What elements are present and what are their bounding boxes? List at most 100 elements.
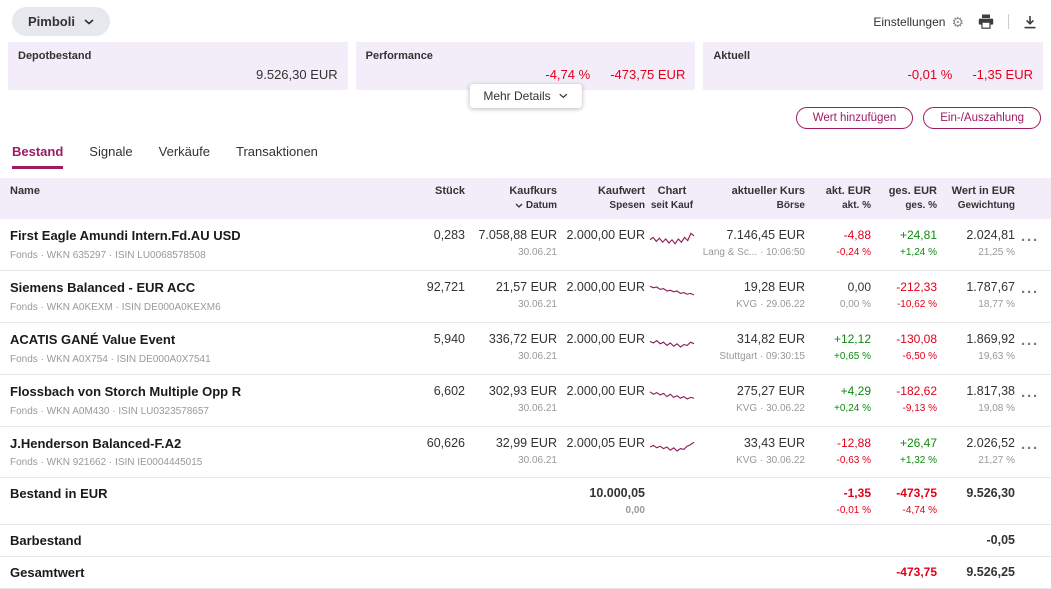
tab-transaktionen[interactable]: Transaktionen (236, 140, 318, 169)
instrument-name[interactable]: J.Henderson Balanced-F.A2 (10, 436, 413, 453)
summary-label-cell: Barbestand (10, 533, 413, 548)
ges-eur-value: -130,08 (875, 332, 937, 346)
row-menu-button[interactable]: ··· (1019, 332, 1041, 352)
add-value-button[interactable]: Wert hinzufügen (796, 107, 914, 129)
kurs-value: 19,28 EUR (699, 280, 805, 294)
akt-pct-value: -0,63 % (809, 455, 871, 466)
sparkline[interactable] (649, 332, 695, 353)
kaufkurs-cell: 32,99 EUR 30.06.21 (469, 436, 557, 466)
card-value: -473,75 EUR (610, 67, 685, 82)
row-menu-button[interactable]: ··· (1019, 228, 1041, 248)
stueck-cell: 5,940 (417, 332, 465, 346)
row-menu-button[interactable]: ··· (1019, 436, 1041, 456)
ges-pct-value: +1,24 % (875, 247, 937, 258)
stueck-cell: 60,626 (417, 436, 465, 450)
akt-pct-value: 0,00 % (809, 299, 871, 310)
deposit-withdraw-button[interactable]: Ein-/Auszahlung (923, 107, 1041, 129)
kauf-datum: 30.06.21 (469, 455, 557, 466)
wert-cell: 1.869,92 19,63 % (941, 332, 1015, 362)
summary-card: Performance -4,74 % -473,75 EUR (356, 42, 696, 90)
card-label: Depotbestand (18, 50, 338, 62)
summary-body: Bestand in EUR 10.000,05 0,00 -1,35 -0,0… (0, 478, 1051, 589)
kurs-cell: 33,43 EUR KVG · 30.06.22 (699, 436, 805, 466)
tab-verk-ufe[interactable]: Verkäufe (159, 140, 210, 169)
instrument-name[interactable]: Siemens Balanced - EUR ACC (10, 280, 413, 297)
sort-name[interactable]: Name (10, 185, 413, 197)
print-button[interactable] (976, 12, 996, 31)
summary-wert-value: 9.526,25 (941, 565, 1015, 579)
instrument-name[interactable]: ACATIS GANÉ Value Event (10, 332, 413, 349)
card-values: -0,01 % -1,35 EUR (908, 67, 1034, 82)
sparkline[interactable] (649, 228, 695, 249)
sort-kurs[interactable]: aktueller Kurs (699, 185, 805, 197)
account-name: Pimboli (28, 14, 75, 29)
tab-signale[interactable]: Signale (89, 140, 132, 169)
ges-pct-value: -6,50 % (875, 351, 937, 362)
stueck-cell: 0,283 (417, 228, 465, 242)
wert-cell: 2.024,81 21,25 % (941, 228, 1015, 258)
row-menu-button[interactable]: ··· (1019, 384, 1041, 404)
settings-button[interactable]: Einstellungen ⚙ (873, 15, 964, 29)
sparkline[interactable] (649, 436, 695, 457)
header-chart-label: Chart (649, 185, 695, 197)
ges-pct-value: -9,13 % (875, 403, 937, 414)
boerse-info: KVG · 29.06.22 (699, 299, 805, 310)
sort-ges-eur[interactable]: ges. EUR (875, 185, 937, 197)
kaufwert-value: 2.000,05 EUR (561, 436, 645, 450)
summary-ges-cell: -473,75 -4,74 % (875, 486, 937, 516)
summary-label: Bestand in EUR (10, 486, 413, 501)
sparkline-chart (649, 281, 695, 301)
header-ges-pct-label: ges. % (905, 200, 937, 211)
kurs-value: 7.146,45 EUR (699, 228, 805, 242)
summary-wert-cell: 9.526,30 (941, 486, 1015, 500)
sort-wert[interactable]: Wert in EUR (941, 185, 1015, 197)
account-selector[interactable]: Pimboli (12, 7, 110, 36)
sparkline[interactable] (649, 280, 695, 301)
wert-value: 2.024,81 (941, 228, 1015, 242)
row-menu-button[interactable]: ··· (1019, 280, 1041, 300)
sort-stueck[interactable]: Stück (417, 185, 465, 197)
summary-row: Gesamtwert -473,75 9.526,25 (0, 557, 1051, 589)
kauf-datum: 30.06.21 (469, 247, 557, 258)
ges-cell: +24,81 +1,24 % (875, 228, 937, 258)
sort-kaufkurs[interactable]: Kaufkurs (469, 185, 557, 197)
summary-akt-cell: -1,35 -0,01 % (809, 486, 871, 516)
sparkline[interactable] (649, 384, 695, 405)
instrument-name[interactable]: First Eagle Amundi Intern.Fd.AU USD (10, 228, 413, 245)
akt-cell: +4,29 +0,24 % (809, 384, 871, 414)
table-row: J.Henderson Balanced-F.A2 Fonds · WKN 92… (0, 427, 1051, 479)
table-row: First Eagle Amundi Intern.Fd.AU USD Fond… (0, 219, 1051, 271)
card-value: -1,35 EUR (972, 67, 1033, 82)
header-akt-eur: akt. EUR akt. % (809, 185, 871, 211)
kauf-datum: 30.06.21 (469, 299, 557, 310)
summary-ges-cell: -473,75 (875, 565, 937, 579)
topbar-actions: Einstellungen ⚙ (873, 12, 1039, 31)
summary-label: Gesamtwert (10, 565, 413, 580)
wert-value: 1.817,38 (941, 384, 1015, 398)
kaufkurs-value: 32,99 EUR (469, 436, 557, 450)
wert-cell: 1.787,67 18,77 % (941, 280, 1015, 310)
gewichtung-value: 21,25 % (941, 247, 1015, 258)
sort-akt-eur[interactable]: akt. EUR (809, 185, 871, 197)
sort-datum[interactable]: Datum (469, 200, 557, 211)
akt-pct-value: -0,24 % (809, 247, 871, 258)
card-values: 9.526,30 EUR (256, 67, 338, 82)
wert-value: 1.787,67 (941, 280, 1015, 294)
card-value: 9.526,30 EUR (256, 67, 338, 82)
sort-kaufwert[interactable]: Kaufwert (561, 185, 645, 197)
kaufwert-value: 2.000,00 EUR (561, 280, 645, 294)
download-button[interactable] (1021, 13, 1039, 31)
printer-icon (978, 14, 994, 29)
akt-eur-value: +4,29 (809, 384, 871, 398)
akt-eur-value: 0,00 (809, 280, 871, 294)
tab-bestand[interactable]: Bestand (12, 140, 63, 169)
card-label: Performance (366, 50, 686, 62)
summary-kaufwert-value: 10.000,05 (561, 486, 645, 500)
wert-cell: 2.026,52 21,27 % (941, 436, 1015, 466)
kaufkurs-cell: 302,93 EUR 30.06.21 (469, 384, 557, 414)
instrument-name[interactable]: Flossbach von Storch Multiple Opp R (10, 384, 413, 401)
ges-eur-value: -212,33 (875, 280, 937, 294)
tabs: Bestand Signale Verkäufe Transaktionen (0, 138, 1051, 169)
more-details-button[interactable]: Mehr Details (469, 84, 581, 108)
depot-page: Pimboli Einstellungen ⚙ (0, 0, 1051, 589)
